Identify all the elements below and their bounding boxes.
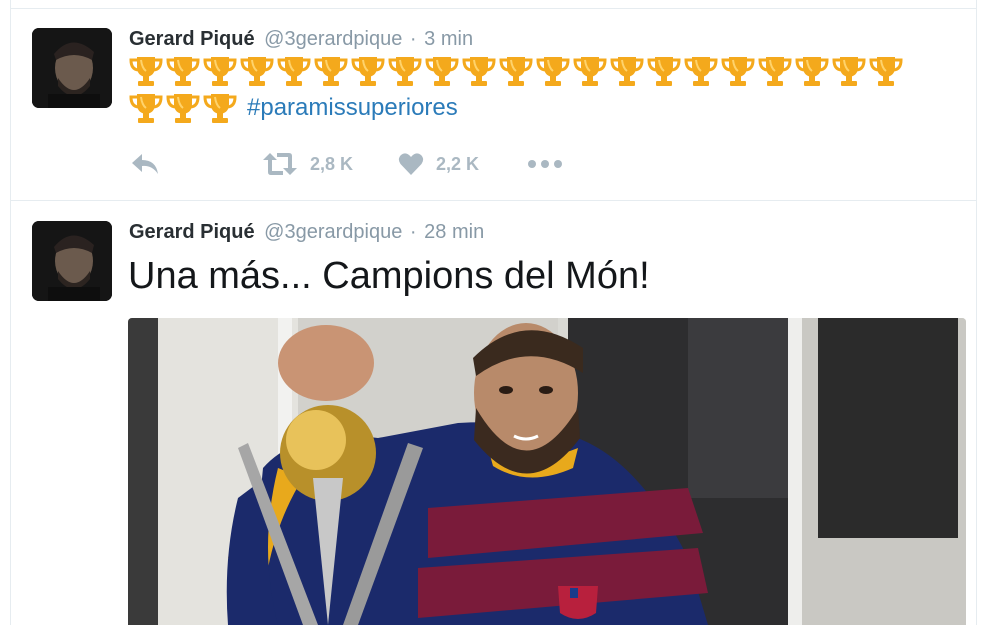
reply-icon [132, 154, 158, 174]
trophy-emoji-icon [573, 57, 607, 86]
header-separator: · [409, 221, 417, 243]
like-button[interactable]: 2,2 K [398, 150, 479, 178]
author-handle[interactable]: @3gerardpique [264, 221, 402, 243]
avatar[interactable] [32, 221, 112, 301]
trophy-emoji-icon [758, 57, 792, 86]
trophy-emoji-icon [721, 57, 755, 86]
trophy-emoji-icon [314, 57, 348, 86]
avatar[interactable] [32, 28, 112, 108]
trophy-emoji-icon [203, 57, 237, 86]
header-separator: · [409, 28, 417, 50]
reply-button[interactable] [130, 150, 160, 178]
tweet-photo[interactable] [128, 318, 966, 625]
trophy-emoji-icon [129, 94, 163, 123]
trophy-emoji-icon [240, 57, 274, 86]
hashtag-link[interactable]: #paramissuperiores [247, 91, 458, 125]
timeline-border-left [10, 0, 11, 625]
trophy-emoji-icon [684, 57, 718, 86]
tweet-header: Gerard Piqué @3gerardpique · 3 min [129, 27, 473, 51]
trophy-emoji-icon [795, 57, 829, 86]
trophy-emoji-icon [647, 57, 681, 86]
trophy-emoji-icon [166, 57, 200, 86]
tweet-header: Gerard Piqué @3gerardpique · 28 min [129, 220, 484, 244]
tweet-timestamp[interactable]: 3 min [424, 28, 473, 50]
trophy-emoji-row: #paramissuperiores [128, 91, 458, 125]
retweet-count: 2,8 K [310, 154, 354, 174]
author-name[interactable]: Gerard Piqué [129, 28, 255, 50]
trophy-emoji-icon [277, 57, 311, 86]
trophy-emoji-icon [388, 57, 422, 86]
trophy-emoji-icon [166, 94, 200, 123]
trophy-emoji-icon [499, 57, 533, 86]
trophy-emoji-icon [869, 57, 903, 86]
retweet-icon [263, 153, 297, 175]
trophy-emoji-icon [536, 57, 570, 86]
tweet-text: Una más... Campions del Món! [128, 255, 650, 297]
more-button[interactable] [527, 150, 563, 178]
trophy-emoji-icon [610, 57, 644, 86]
trophy-emoji-icon [129, 57, 163, 86]
trophy-emoji-icon [425, 57, 459, 86]
author-handle[interactable]: @3gerardpique [264, 28, 402, 50]
heart-icon [398, 153, 424, 175]
tweet-timestamp[interactable]: 28 min [424, 221, 484, 243]
player-trophy-photo [128, 318, 966, 625]
trophy-emoji-icon [462, 57, 496, 86]
more-dots-icon [528, 160, 562, 168]
author-name[interactable]: Gerard Piqué [129, 221, 255, 243]
avatar-photo [32, 221, 112, 301]
timeline-border-right [976, 0, 977, 625]
trophy-emoji-icon [203, 94, 237, 123]
trophy-emoji-icon [832, 57, 866, 86]
retweet-button[interactable]: 2,8 K [262, 150, 353, 178]
tweet-divider [10, 200, 977, 201]
trophy-emoji-icon [351, 57, 385, 86]
trophy-emoji-row [128, 54, 904, 88]
avatar-photo [32, 28, 112, 108]
timeline: Gerard Piqué @3gerardpique · 3 min #para… [0, 0, 987, 625]
like-count: 2,2 K [436, 154, 480, 174]
tweet-actions: 2,8 K 2,2 K [130, 150, 570, 178]
divider [10, 8, 977, 9]
